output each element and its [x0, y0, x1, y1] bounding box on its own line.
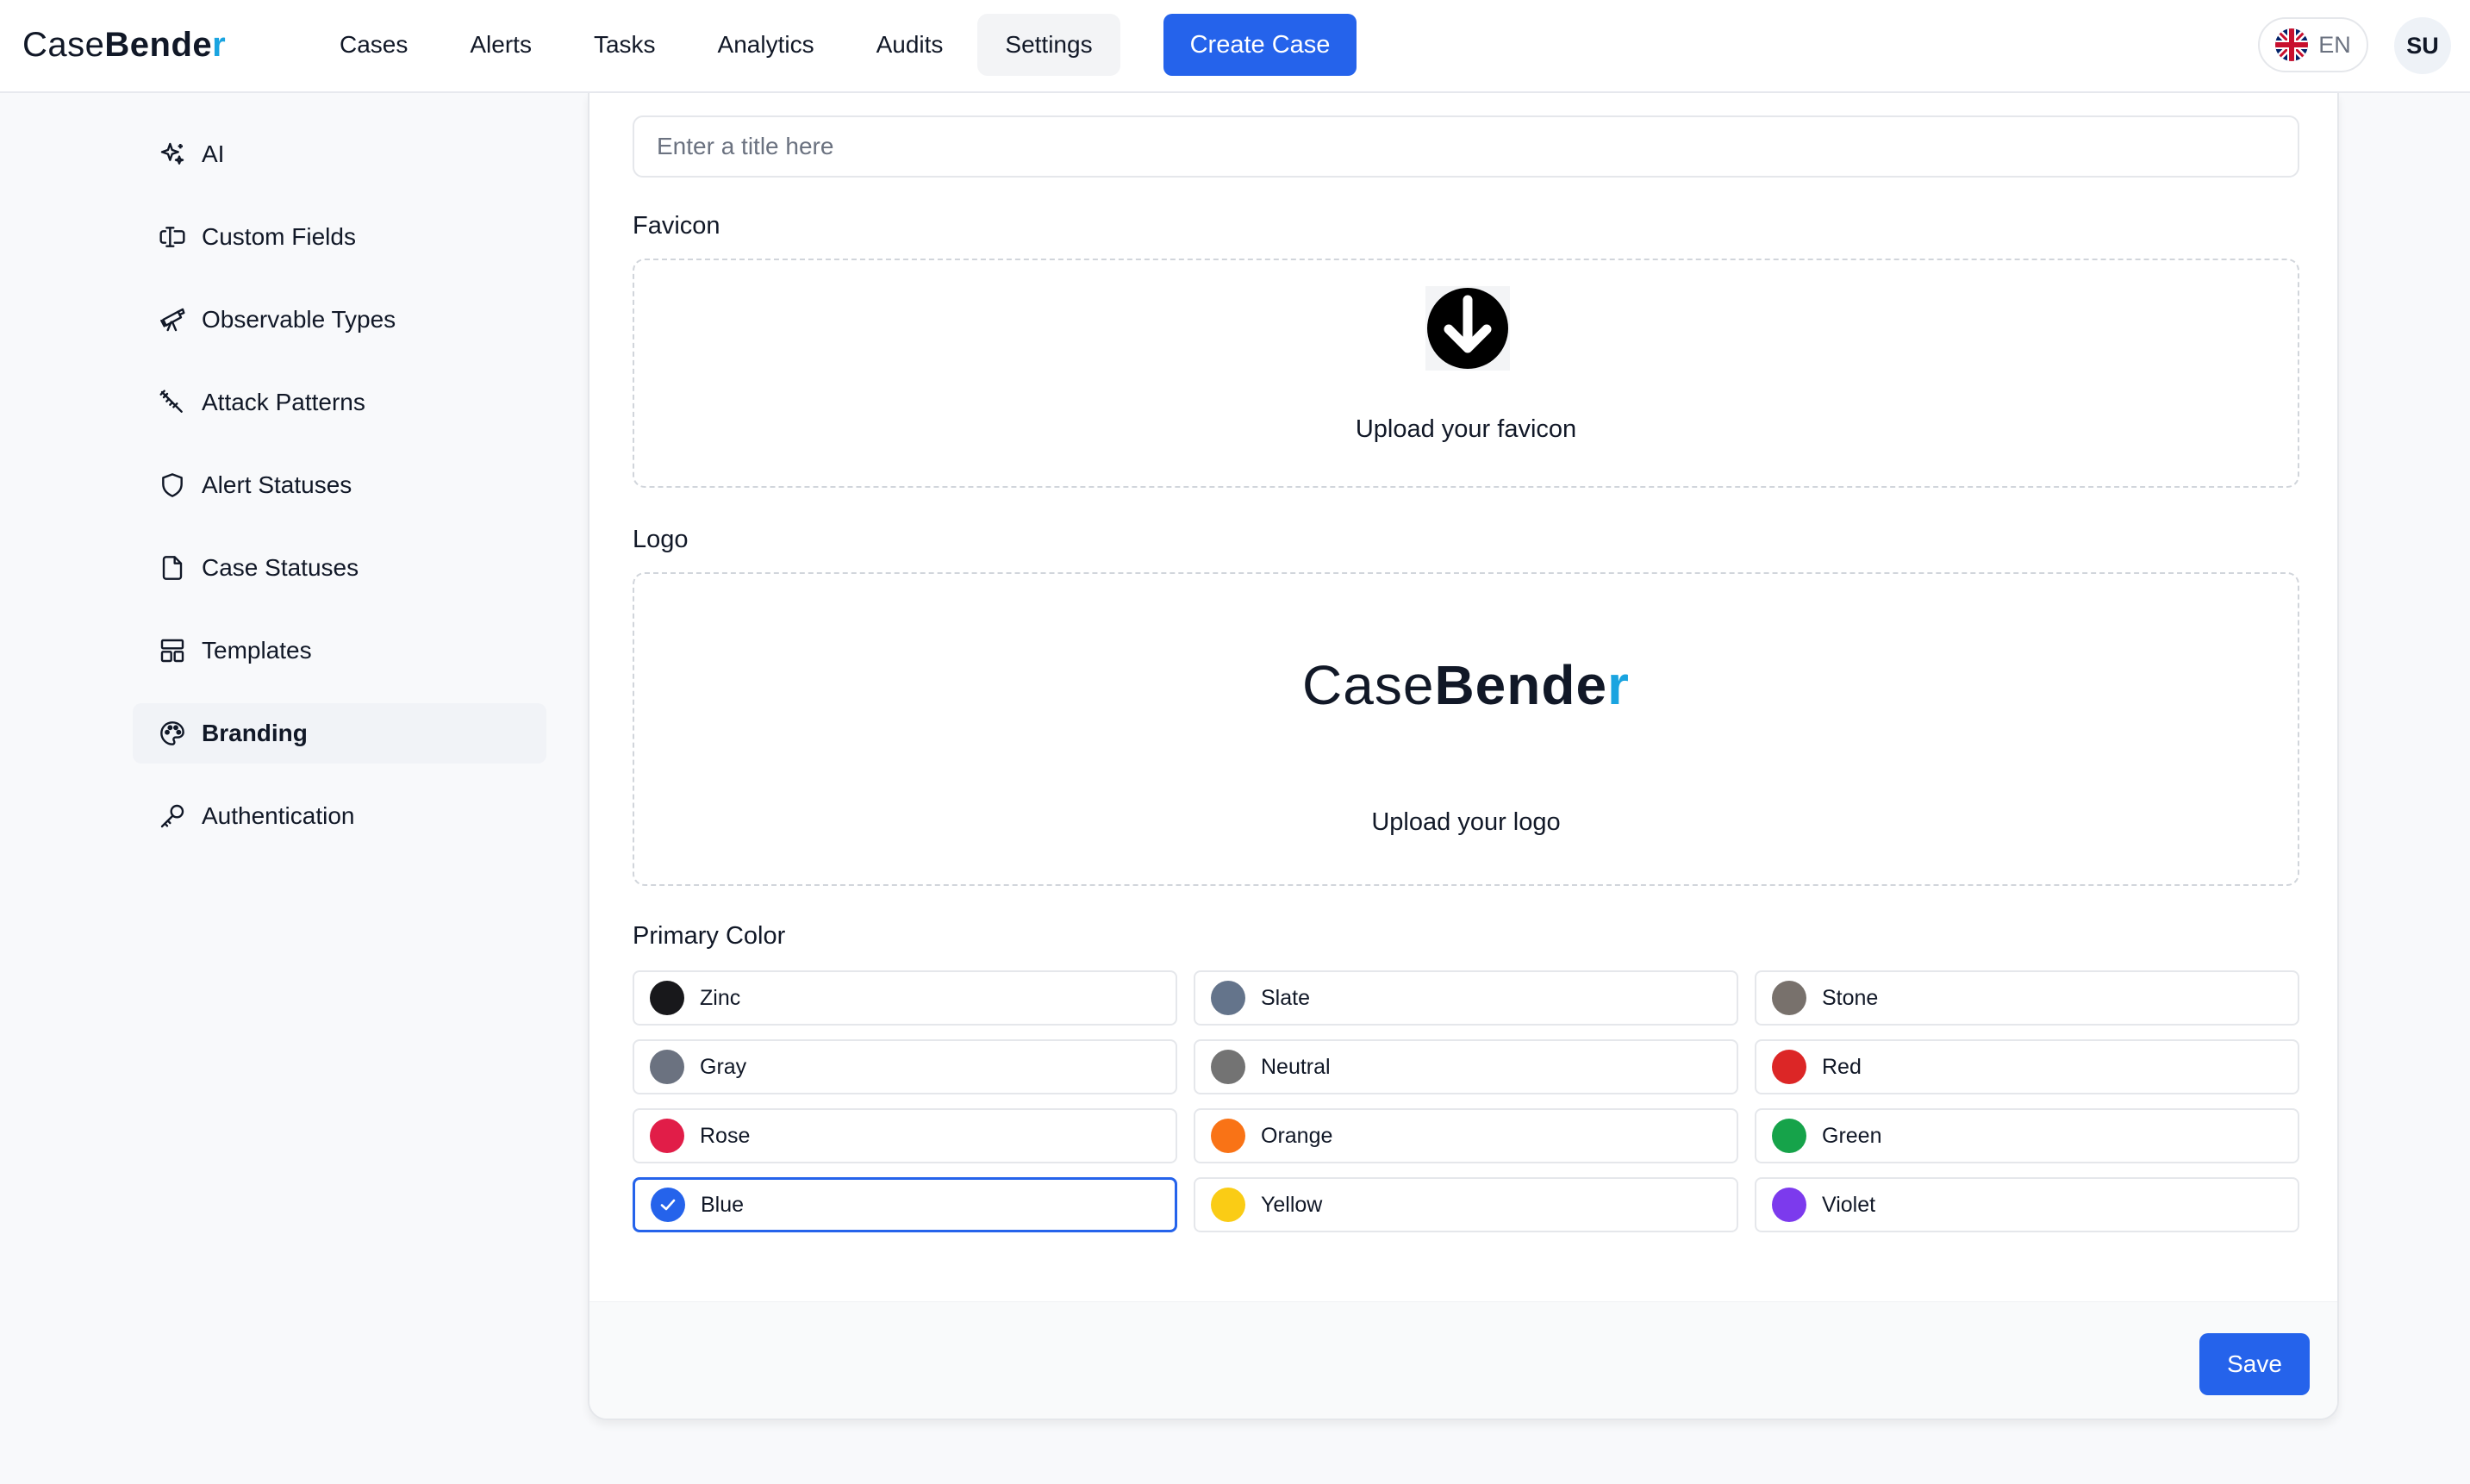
favicon-label: Favicon	[633, 212, 720, 240]
sidebar-item-observable-types[interactable]: Observable Types	[133, 290, 546, 350]
color-swatch	[1211, 981, 1245, 1015]
sidebar-item-attack-patterns[interactable]: Attack Patterns	[133, 372, 546, 433]
nav-audits[interactable]: Audits	[848, 14, 971, 76]
color-option-red[interactable]: Red	[1755, 1039, 2299, 1094]
color-swatch	[1211, 1119, 1245, 1153]
color-swatch	[650, 1119, 684, 1153]
language-code: EN	[2318, 31, 2351, 58]
arrow-down-circle-icon	[1425, 286, 1510, 371]
color-option-label: Neutral	[1261, 1054, 1331, 1079]
color-option-orange[interactable]: Orange	[1194, 1108, 1738, 1163]
color-swatch	[1211, 1050, 1245, 1084]
casebender-logo[interactable]: Case Bende r	[22, 21, 226, 69]
sidebar-item-branding[interactable]: Branding	[133, 703, 546, 764]
color-option-label: Blue	[701, 1192, 745, 1217]
top-bar: Case Bende r Cases Alerts Tasks Analytics …	[0, 0, 2470, 93]
color-swatch	[1772, 1188, 1806, 1222]
color-swatch	[650, 981, 684, 1015]
color-swatch	[1772, 1050, 1806, 1084]
key-icon	[160, 804, 184, 828]
color-swatch	[1772, 1119, 1806, 1153]
color-swatch	[1772, 981, 1806, 1015]
color-option-label: Red	[1822, 1054, 1862, 1079]
sidebar-item-templates[interactable]: Templates	[133, 620, 546, 681]
favicon-upload-text: Upload your favicon	[1355, 415, 1577, 443]
text-cursor-input-icon	[159, 227, 185, 247]
language-switcher[interactable]: EN	[2258, 17, 2368, 72]
card-footer: Save	[589, 1301, 2337, 1419]
file-icon	[162, 556, 183, 580]
sidebar-item-alert-statuses[interactable]: Alert Statuses	[133, 455, 546, 515]
color-option-violet[interactable]: Violet	[1755, 1177, 2299, 1232]
primary-color-label: Primary Color	[633, 922, 786, 950]
color-option-label: Zinc	[700, 985, 741, 1010]
color-option-label: Gray	[700, 1054, 747, 1079]
uk-flag-icon	[2275, 28, 2309, 61]
sidebar-item-case-statuses[interactable]: Case Statuses	[133, 538, 546, 598]
layout-template-icon	[160, 639, 184, 663]
color-option-blue[interactable]: Blue	[633, 1177, 1177, 1232]
color-swatch	[650, 1050, 684, 1084]
sidebar-item-ai[interactable]: AI	[133, 124, 546, 184]
color-option-label: Stone	[1822, 985, 1879, 1010]
branding-settings-card: Favicon Upload your favicon Logo CaseBen…	[588, 93, 2339, 1420]
color-option-neutral[interactable]: Neutral	[1194, 1039, 1738, 1094]
nav-settings[interactable]: Settings	[977, 14, 1120, 76]
brand-arrow-icon: r	[212, 25, 227, 64]
color-option-slate[interactable]: Slate	[1194, 970, 1738, 1026]
color-option-rose[interactable]: Rose	[633, 1108, 1177, 1163]
nav-alerts[interactable]: Alerts	[442, 14, 559, 76]
color-option-label: Orange	[1261, 1123, 1333, 1148]
logo-upload-dropzone[interactable]: Case Bende r Upload your logo	[633, 572, 2299, 886]
color-option-gray[interactable]: Gray	[633, 1039, 1177, 1094]
main-nav: Cases Alerts Tasks Analytics Audits Sett…	[312, 14, 1120, 76]
primary-color-options: Zinc Slate Stone Gray Neutral Red Rose Orange Gr…	[633, 970, 2299, 1232]
nav-analytics[interactable]: Analytics	[689, 14, 842, 76]
favicon-upload-dropzone[interactable]: Upload your favicon	[633, 259, 2299, 488]
title-input[interactable]	[633, 115, 2299, 178]
nav-tasks[interactable]: Tasks	[565, 14, 683, 76]
check-icon	[651, 1188, 685, 1222]
color-option-zinc[interactable]: Zinc	[633, 970, 1177, 1026]
color-option-label: Green	[1822, 1123, 1882, 1148]
syringe-icon	[159, 390, 183, 413]
palette-icon	[160, 721, 184, 745]
brand-arrow-icon: r	[1607, 654, 1630, 716]
settings-sidebar: AI Custom Fields Observable Types Attack…	[133, 124, 546, 869]
color-swatch	[1211, 1188, 1245, 1222]
color-option-label: Slate	[1261, 985, 1310, 1010]
nav-cases[interactable]: Cases	[312, 14, 436, 76]
logo-preview: Case Bende r	[1302, 654, 1630, 716]
logo-upload-text: Upload your logo	[1371, 808, 1561, 836]
logo-label: Logo	[633, 526, 689, 553]
create-case-button[interactable]: Create Case	[1163, 14, 1357, 76]
color-option-label: Yellow	[1261, 1192, 1323, 1217]
color-option-label: Violet	[1822, 1192, 1876, 1217]
shield-icon	[162, 473, 183, 497]
sidebar-item-custom-fields[interactable]: Custom Fields	[133, 207, 546, 267]
sidebar-item-authentication[interactable]: Authentication	[133, 786, 546, 846]
sparkles-icon	[160, 142, 184, 165]
color-option-green[interactable]: Green	[1755, 1108, 2299, 1163]
save-button[interactable]: Save	[2199, 1333, 2310, 1395]
telescope-icon	[160, 308, 185, 332]
color-option-yellow[interactable]: Yellow	[1194, 1177, 1738, 1232]
user-avatar[interactable]: SU	[2394, 17, 2451, 74]
color-option-stone[interactable]: Stone	[1755, 970, 2299, 1026]
color-option-label: Rose	[700, 1123, 751, 1148]
